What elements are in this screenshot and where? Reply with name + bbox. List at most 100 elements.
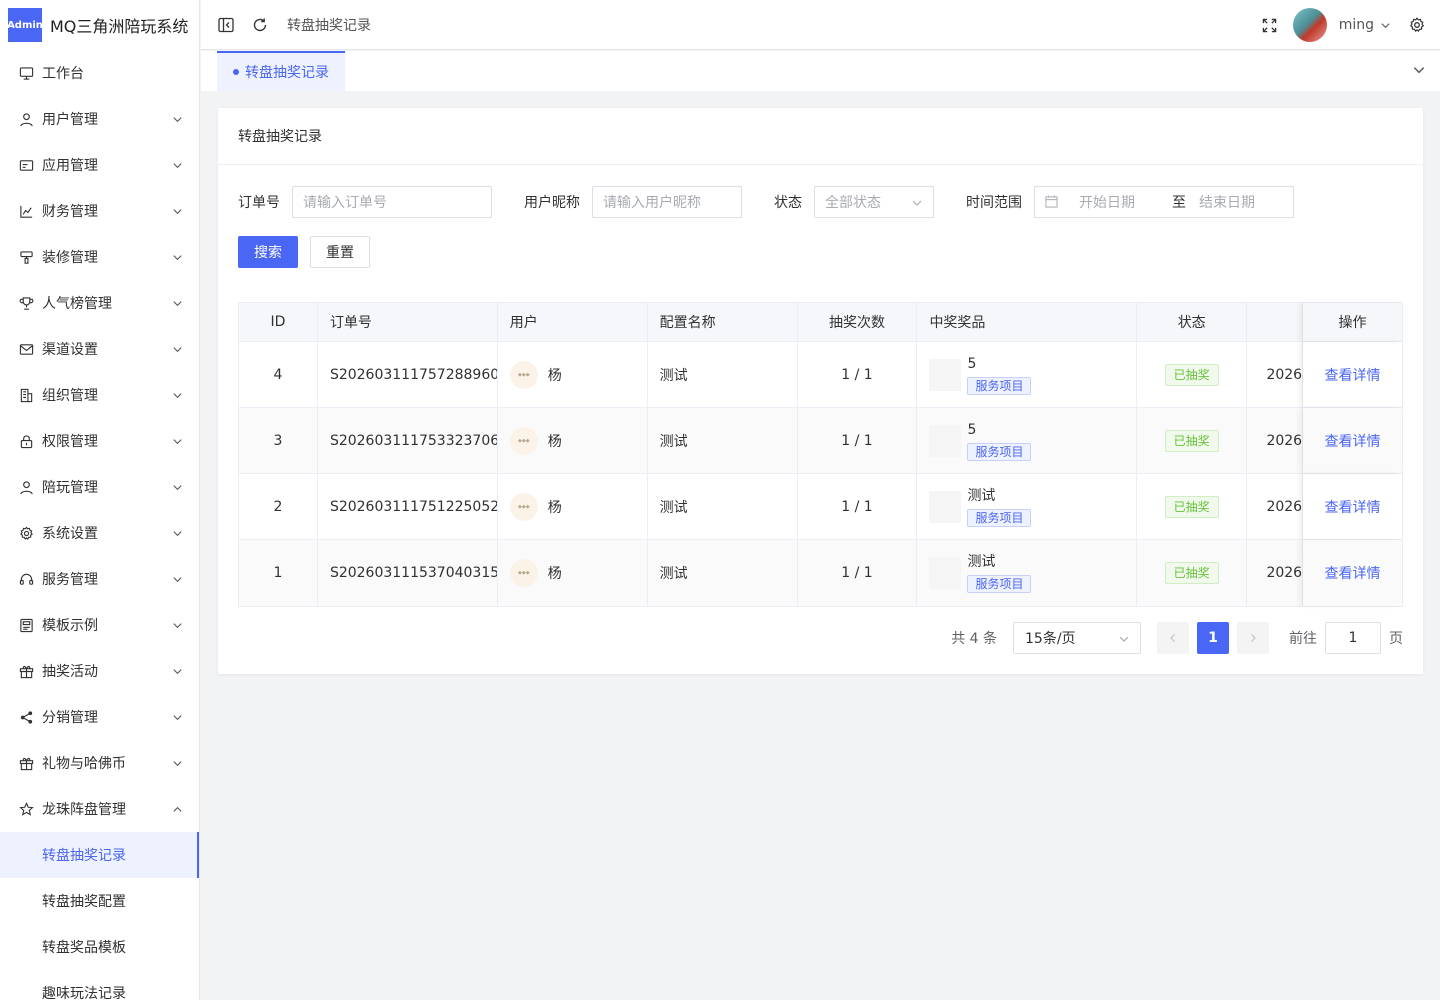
username[interactable]: ming bbox=[1339, 17, 1374, 33]
status-select-value: 全部状态 bbox=[825, 195, 881, 211]
tab-lottery-records[interactable]: 转盘抽奖记录 bbox=[217, 51, 345, 91]
chevron-down-icon bbox=[171, 389, 183, 401]
status-badge: 已抽奖 bbox=[1164, 562, 1219, 584]
cell-actions: 查看详情 bbox=[1302, 342, 1402, 407]
prize-type-tag: 服务项目 bbox=[967, 575, 1032, 593]
user-avatar[interactable] bbox=[1292, 8, 1327, 42]
tabs-bar: 转盘抽奖记录 bbox=[201, 51, 1440, 91]
cell-prize: 测试 服务项目 bbox=[917, 540, 1138, 606]
sidebar-item-6[interactable]: 渠道设置 bbox=[0, 326, 199, 372]
cell-user: ◆◆◆ 杨 bbox=[498, 342, 648, 407]
sidebar-item-label: 系统设置 bbox=[42, 526, 98, 542]
col-config: 配置名称 bbox=[648, 303, 798, 341]
sidebar-item-7[interactable]: 组织管理 bbox=[0, 372, 199, 418]
cell-user: ◆◆◆ 杨 bbox=[498, 474, 648, 539]
col-id: ID bbox=[239, 303, 318, 341]
cell-id: 2 bbox=[239, 474, 318, 539]
col-status: 状态 bbox=[1137, 303, 1248, 341]
sidebar-item-11[interactable]: 服务管理 bbox=[0, 556, 199, 602]
nickname-input[interactable]: 请输入用户昵称 bbox=[592, 186, 742, 218]
sidebar-item-1[interactable]: 用户管理 bbox=[0, 96, 199, 142]
order-label: 订单号 bbox=[238, 195, 280, 211]
reset-button[interactable]: 重置 bbox=[310, 236, 370, 268]
prize-type-tag: 服务项目 bbox=[967, 442, 1032, 461]
start-date-input[interactable]: 开始日期 bbox=[1079, 192, 1159, 212]
sidebar-item-12[interactable]: 模板示例 bbox=[0, 602, 199, 648]
chevron-down-icon[interactable] bbox=[1378, 18, 1392, 32]
person-icon bbox=[18, 479, 34, 495]
tabs-dropdown-chevron-icon[interactable] bbox=[1412, 63, 1428, 79]
collapse-sidebar-icon[interactable] bbox=[217, 16, 235, 34]
cell-order: S202603111537040315 bbox=[318, 540, 498, 606]
view-details-link[interactable]: 查看详情 bbox=[1325, 563, 1381, 583]
settings-gear-icon[interactable] bbox=[1408, 16, 1426, 34]
sidebar-item-14[interactable]: 分销管理 bbox=[0, 694, 199, 740]
share-icon bbox=[18, 709, 34, 725]
sidebar-item-2[interactable]: 应用管理 bbox=[0, 142, 199, 188]
table-row: 2 S202603111751225052 ◆◆◆ 杨测试 1 / 1 测试 服务项目 已抽奖… bbox=[239, 474, 1402, 540]
cell-times: 1 / 1 bbox=[798, 474, 918, 539]
cell-actions: 查看详情 bbox=[1302, 474, 1402, 539]
sidebar-item-0[interactable]: 工作台 bbox=[0, 50, 199, 96]
prev-page-button[interactable] bbox=[1157, 622, 1189, 654]
status-badge: 已抽奖 bbox=[1164, 429, 1219, 452]
user-name: 杨 bbox=[547, 367, 562, 384]
sidebar-subitem-1[interactable]: 转盘抽奖配置 bbox=[0, 878, 199, 924]
chevron-right-icon bbox=[1251, 634, 1256, 642]
view-details-link[interactable]: 查看详情 bbox=[1325, 497, 1381, 517]
brush-icon bbox=[18, 249, 34, 265]
table-row: 3 S202603111753323706 ◆◆◆ 杨 测试 1 / 1 5 服务项目 已抽奖 2… bbox=[239, 408, 1402, 474]
monitor-icon bbox=[18, 65, 34, 81]
cell-time: 2026 bbox=[1266, 432, 1303, 449]
template-icon bbox=[18, 617, 34, 633]
sidebar-subitem-3[interactable]: 趣味玩法记录 bbox=[0, 970, 199, 1000]
sidebar-item-9[interactable]: 陪玩管理 bbox=[0, 464, 199, 510]
cell-time: 2026 bbox=[1266, 366, 1303, 383]
sidebar-subitem-2[interactable]: 转盘奖品模板 bbox=[0, 924, 199, 970]
date-range-picker[interactable]: 开始日期 至 结束日期 bbox=[1034, 186, 1294, 218]
cell-prize: 5 服务项目 bbox=[917, 342, 1138, 407]
sidebar-item-8[interactable]: 权限管理 bbox=[0, 418, 199, 464]
cell-config: 测试 bbox=[648, 540, 798, 606]
order-input[interactable]: 请输入订单号 bbox=[292, 186, 492, 218]
sidebar-item-4[interactable]: 装修管理 bbox=[0, 234, 199, 280]
cell-order: S202603111751225052 bbox=[318, 474, 498, 539]
view-details-link[interactable]: 查看详情 bbox=[1325, 365, 1381, 385]
cell-actions: 查看详情 bbox=[1302, 540, 1402, 606]
view-details-link[interactable]: 查看详情 bbox=[1325, 431, 1381, 451]
user-avatar: ◆◆◆ bbox=[509, 426, 538, 455]
sidebar-item-16[interactable]: 龙珠阵盘管理 bbox=[0, 786, 199, 832]
refresh-icon[interactable] bbox=[251, 16, 269, 34]
end-date-input[interactable]: 结束日期 bbox=[1199, 192, 1255, 212]
next-page-button[interactable] bbox=[1237, 622, 1269, 654]
page-size-select[interactable]: 15条/页 bbox=[1013, 622, 1141, 654]
goto-page-input[interactable]: 1 bbox=[1325, 622, 1381, 654]
sidebar-item-3[interactable]: 财务管理 bbox=[0, 188, 199, 234]
sidebar-item-label: 应用管理 bbox=[42, 158, 98, 174]
calendar-icon bbox=[1045, 195, 1059, 209]
prize-name: 测试 bbox=[967, 487, 996, 504]
sidebar-item-15[interactable]: 礼物与哈佛币 bbox=[0, 740, 199, 786]
chevron-down-icon bbox=[171, 205, 183, 217]
page-number-current[interactable]: 1 bbox=[1197, 622, 1229, 654]
sidebar-item-label: 分销管理 bbox=[42, 710, 98, 726]
cell-time: 2026 bbox=[1266, 565, 1303, 581]
cell-config: 测试 bbox=[648, 408, 798, 473]
search-button[interactable]: 搜索 bbox=[238, 236, 298, 268]
col-times: 抽奖次数 bbox=[798, 303, 918, 341]
sidebar-item-13[interactable]: 抽奖活动 bbox=[0, 648, 199, 694]
sidebar-subitem-0[interactable]: 转盘抽奖记录 bbox=[0, 832, 199, 878]
card-title: 转盘抽奖记录 bbox=[218, 108, 1423, 165]
prize-image bbox=[929, 557, 962, 589]
fullscreen-icon[interactable] bbox=[1261, 16, 1279, 34]
chevron-down-icon bbox=[171, 297, 183, 309]
table-row: 1 S202603111537040315 ◆◆◆ 杨测试 1 / 1 测试 服务项目 已抽奖… bbox=[239, 540, 1402, 606]
chevron-down-icon bbox=[171, 251, 183, 263]
sidebar-item-5[interactable]: 人气榜管理 bbox=[0, 280, 199, 326]
sidebar-item-10[interactable]: 系统设置 bbox=[0, 510, 199, 556]
cell-prize: 5 服务项目 bbox=[917, 408, 1138, 473]
cell-status: 已抽奖 bbox=[1137, 408, 1248, 473]
cell-order: S202603111753323706 bbox=[318, 408, 498, 473]
cell-times: 1 / 1 bbox=[798, 342, 918, 407]
status-select[interactable]: 全部状态 bbox=[814, 186, 934, 218]
